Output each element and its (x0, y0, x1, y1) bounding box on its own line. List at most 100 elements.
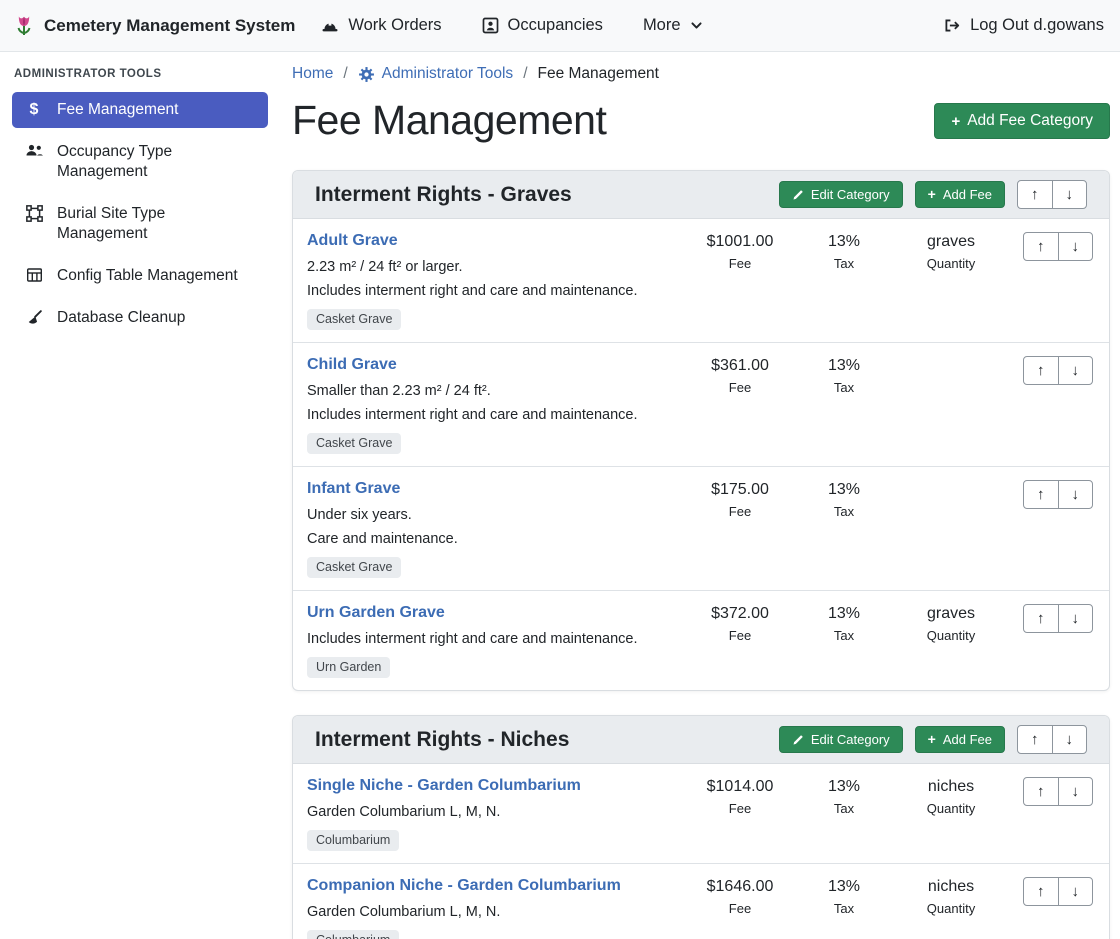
fee-tag: Urn Garden (307, 657, 390, 678)
sidebar-item-burial-site-type-management[interactable]: Burial Site Type Management (12, 196, 268, 252)
fee-value: $175.00 (685, 481, 795, 499)
hard-hat-icon (321, 18, 339, 34)
fee-name-link[interactable]: Single Niche - Garden Columbarium (307, 777, 581, 795)
add-fee-category-button[interactable]: + Add Fee Category (934, 103, 1110, 139)
sidebar-item-label: Database Cleanup (57, 308, 185, 328)
pencil-icon (792, 734, 804, 746)
tax-value: 13% (795, 605, 893, 623)
edit-category-button[interactable]: Edit Category (779, 726, 903, 753)
tax-value: 13% (795, 481, 893, 499)
add-fee-label: Add Fee (943, 187, 992, 202)
arrow-up-icon: ↑ (1037, 883, 1045, 900)
category-actions: Edit Category + Add Fee ↑ ↓ (779, 180, 1087, 209)
move-fee-up-button[interactable]: ↑ (1023, 232, 1059, 261)
tax-value: 13% (795, 878, 893, 896)
fee-row: Adult Grave 2.23 m² / 24 ft² or larger. … (293, 219, 1109, 343)
nav-occupancies[interactable]: Occupancies (482, 16, 603, 35)
quantity-col: niches Quantity (893, 777, 1009, 816)
add-fee-button[interactable]: + Add Fee (915, 181, 1005, 208)
edit-category-label: Edit Category (811, 187, 890, 202)
sidebar-item-database-cleanup[interactable]: Database Cleanup (12, 300, 268, 336)
category-title: Interment Rights - Graves (315, 183, 572, 207)
gear-icon (358, 66, 375, 83)
add-fee-button[interactable]: + Add Fee (915, 726, 1005, 753)
tax-label: Tax (795, 801, 893, 816)
quantity-col: graves Quantity (893, 232, 1009, 271)
app-brand[interactable]: Cemetery Management System (12, 13, 295, 39)
category-reorder-group: ↑ ↓ (1017, 180, 1087, 209)
sidebar-item-config-table-management[interactable]: Config Table Management (12, 258, 268, 294)
add-fee-category-label: Add Fee Category (967, 112, 1093, 130)
fee-name-link[interactable]: Companion Niche - Garden Columbarium (307, 877, 621, 895)
fee-label: Fee (685, 901, 795, 916)
move-fee-up-button[interactable]: ↑ (1023, 777, 1059, 806)
pencil-icon (792, 189, 804, 201)
arrow-up-icon: ↑ (1037, 362, 1045, 379)
breadcrumb-current: Fee Management (538, 65, 660, 83)
plus-icon: + (928, 188, 936, 201)
breadcrumb-admin-link[interactable]: Administrator Tools (358, 65, 514, 83)
fee-reorder-group: ↑ ↓ (1023, 232, 1093, 261)
move-fee-down-button[interactable]: ↓ (1058, 877, 1094, 906)
fee-name-link[interactable]: Infant Grave (307, 480, 400, 498)
quantity-col (893, 356, 1009, 357)
sidebar-item-label: Occupancy Type Management (57, 142, 256, 182)
navbar-links: Work Orders Occupancies More (321, 16, 702, 35)
fee-category-card: Interment Rights - Graves Edit Category … (292, 170, 1110, 691)
tax-col: 13% Tax (795, 777, 893, 816)
fee-value: $361.00 (685, 357, 795, 375)
move-fee-up-button[interactable]: ↑ (1023, 877, 1059, 906)
fee-label: Fee (685, 380, 795, 395)
nav-work-orders[interactable]: Work Orders (321, 16, 441, 35)
move-fee-up-button[interactable]: ↑ (1023, 604, 1059, 633)
fee-amount-col: $1014.00 Fee (685, 777, 795, 816)
edit-category-label: Edit Category (811, 732, 890, 747)
arrow-down-icon: ↓ (1066, 731, 1074, 748)
people-icon (24, 143, 44, 158)
arrow-down-icon: ↓ (1072, 362, 1080, 379)
fee-name-link[interactable]: Child Grave (307, 356, 397, 374)
tax-value: 13% (795, 233, 893, 251)
fee-tag: Columbarium (307, 930, 399, 939)
tax-label: Tax (795, 256, 893, 271)
logout-link[interactable]: Log Out d.gowans (943, 16, 1104, 35)
move-fee-down-button[interactable]: ↓ (1058, 356, 1094, 385)
fee-description: 2.23 m² / 24 ft² or larger. (307, 257, 675, 278)
plus-icon: + (928, 733, 936, 746)
tulip-logo-icon (12, 13, 36, 39)
add-fee-label: Add Fee (943, 732, 992, 747)
fee-amount-col: $1001.00 Fee (685, 232, 795, 271)
quantity-value: graves (893, 605, 1009, 623)
sidebar-item-fee-management[interactable]: $ Fee Management (12, 92, 268, 128)
move-fee-up-button[interactable]: ↑ (1023, 480, 1059, 509)
move-category-up-button[interactable]: ↑ (1017, 180, 1053, 209)
move-fee-down-button[interactable]: ↓ (1058, 232, 1094, 261)
tax-label: Tax (795, 380, 893, 395)
person-box-icon (482, 17, 499, 34)
move-fee-down-button[interactable]: ↓ (1058, 604, 1094, 633)
fee-description: Smaller than 2.23 m² / 24 ft². (307, 381, 675, 402)
move-category-down-button[interactable]: ↓ (1052, 180, 1088, 209)
fee-row: Child Grave Smaller than 2.23 m² / 24 ft… (293, 343, 1109, 467)
edit-category-button[interactable]: Edit Category (779, 181, 903, 208)
fee-reorder-group: ↑ ↓ (1023, 480, 1093, 509)
move-fee-up-button[interactable]: ↑ (1023, 356, 1059, 385)
nav-more[interactable]: More (643, 16, 703, 35)
fee-value: $372.00 (685, 605, 795, 623)
vector-square-icon (24, 205, 44, 222)
move-category-up-button[interactable]: ↑ (1017, 725, 1053, 754)
nav-more-label: More (643, 16, 681, 35)
table-icon (24, 267, 44, 283)
fee-info: Single Niche - Garden Columbarium Garden… (307, 777, 685, 851)
fee-info: Infant Grave Under six years. Care and m… (307, 480, 685, 578)
app-title: Cemetery Management System (44, 16, 295, 36)
move-fee-down-button[interactable]: ↓ (1058, 480, 1094, 509)
sidebar-item-occupancy-type-management[interactable]: Occupancy Type Management (12, 134, 268, 190)
breadcrumb-home-link[interactable]: Home (292, 65, 333, 83)
move-fee-down-button[interactable]: ↓ (1058, 777, 1094, 806)
fee-name-link[interactable]: Adult Grave (307, 232, 398, 250)
sidebar-heading: Administrator Tools (14, 68, 268, 80)
tax-label: Tax (795, 504, 893, 519)
fee-name-link[interactable]: Urn Garden Grave (307, 604, 445, 622)
move-category-down-button[interactable]: ↓ (1052, 725, 1088, 754)
